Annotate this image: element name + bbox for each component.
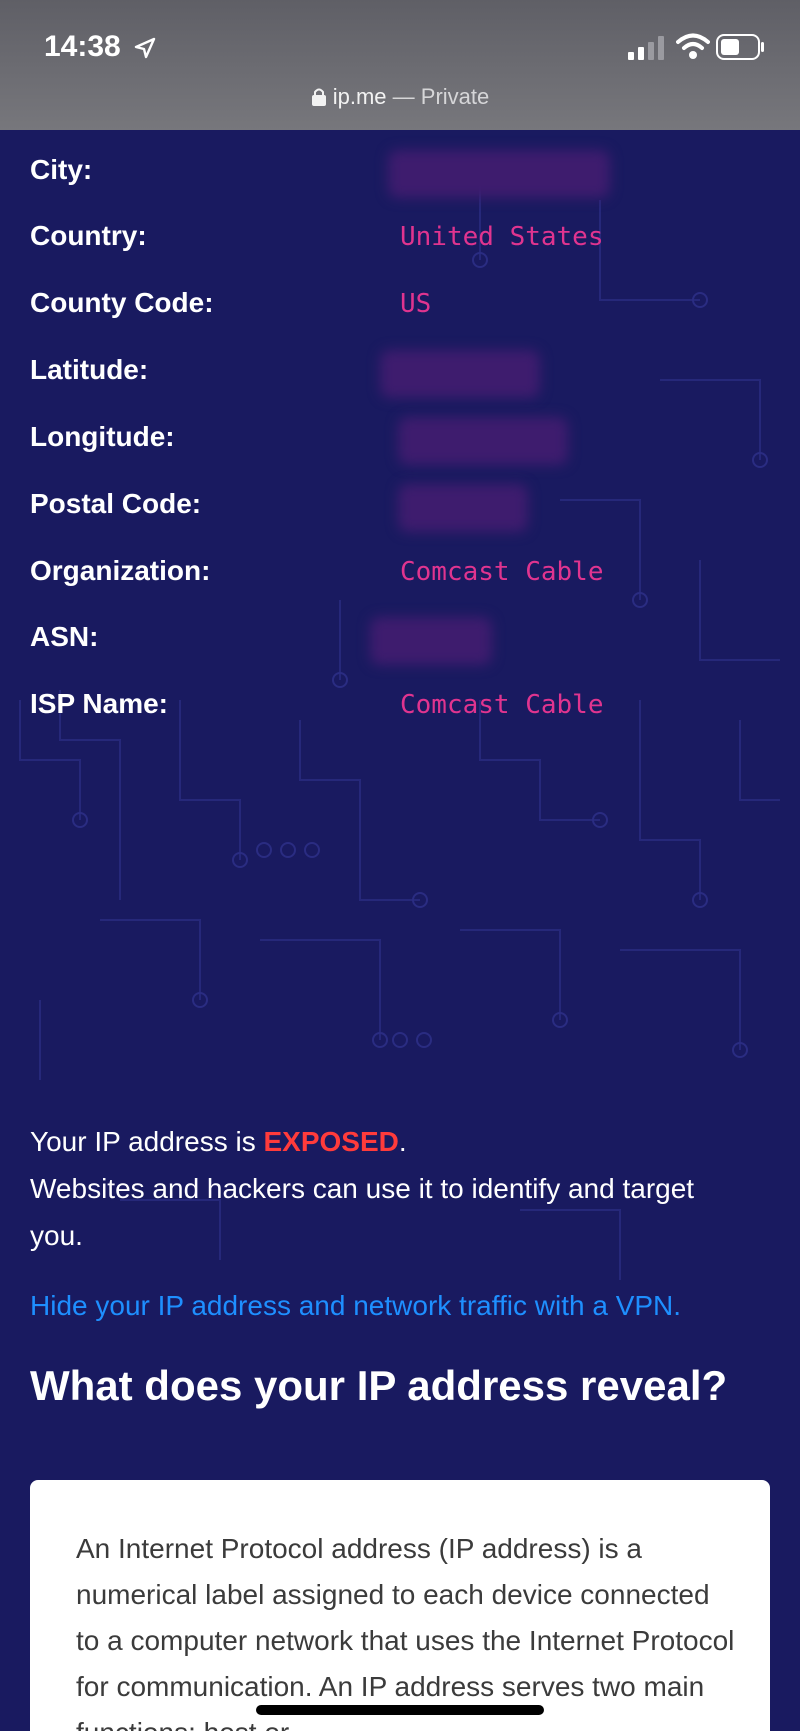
exposed-badge: EXPOSED <box>263 1126 399 1157</box>
county-code-value: US <box>400 289 432 319</box>
status-time: 14:38 <box>44 30 121 63</box>
section-heading: What does your IP address reveal? <box>30 1362 728 1409</box>
warning-line-2: Websites and hackers can use it to ident… <box>30 1173 695 1251</box>
country-label: Country: <box>30 220 147 251</box>
redacted-longitude-value <box>398 417 568 465</box>
private-mode-label: Private <box>420 84 490 109</box>
city-label: City: <box>30 154 93 185</box>
info-row-asn: ASN: <box>30 617 770 665</box>
asn-label: ASN: <box>30 621 99 652</box>
warning-suffix: . <box>398 1126 407 1157</box>
longitude-label: Longitude: <box>30 421 175 452</box>
info-row-city: City: <box>30 150 770 198</box>
battery-icon <box>716 34 764 60</box>
url-bar[interactable]: ip.me — Private <box>0 84 800 110</box>
info-row-organization: Organization: Comcast Cable <box>30 555 770 595</box>
card-text: An Internet Protocol address (IP address… <box>76 1533 735 1731</box>
info-row-isp-name: ISP Name: Comcast Cable <box>30 688 770 728</box>
wifi-icon <box>676 33 710 59</box>
county-code-label: County Code: <box>30 287 214 318</box>
ip-info-card: An Internet Protocol address (IP address… <box>30 1480 770 1731</box>
lock-icon <box>311 88 326 106</box>
info-row-postal-code: Postal Code: <box>30 484 770 532</box>
url-text: ip.me <box>332 84 387 109</box>
info-row-county-code: County Code: US <box>30 287 770 327</box>
info-row-country: Country: United States <box>30 220 770 260</box>
exposure-warning: Your IP address is EXPOSED. Websites and… <box>30 1118 750 1259</box>
isp-name-label: ISP Name: <box>30 688 168 719</box>
postal-code-label: Postal Code: <box>30 488 202 519</box>
redacted-asn-value <box>370 617 492 665</box>
redacted-city-value <box>388 150 610 198</box>
url-separator: — <box>386 84 421 109</box>
redacted-postal-code-value <box>398 484 528 532</box>
isp-name-value: Comcast Cable <box>400 690 604 720</box>
hide-ip-vpn-link[interactable]: Hide your IP address and network traffic… <box>30 1290 681 1322</box>
latitude-label: Latitude: <box>30 354 149 385</box>
redacted-latitude-value <box>380 350 540 398</box>
country-value: United States <box>400 222 604 252</box>
location-arrow-icon <box>134 37 156 59</box>
home-indicator[interactable] <box>256 1705 544 1715</box>
organization-label: Organization: <box>30 555 211 586</box>
info-row-longitude: Longitude: <box>30 417 770 465</box>
signal-icon <box>628 36 664 60</box>
page: 14:38 ip.me — Private City: Country: Uni… <box>0 0 800 1731</box>
organization-value: Comcast Cable <box>400 557 604 587</box>
status-bar: 14:38 ip.me — Private <box>0 0 800 130</box>
info-row-latitude: Latitude: <box>30 350 770 398</box>
warning-prefix: Your IP address is <box>30 1126 264 1157</box>
